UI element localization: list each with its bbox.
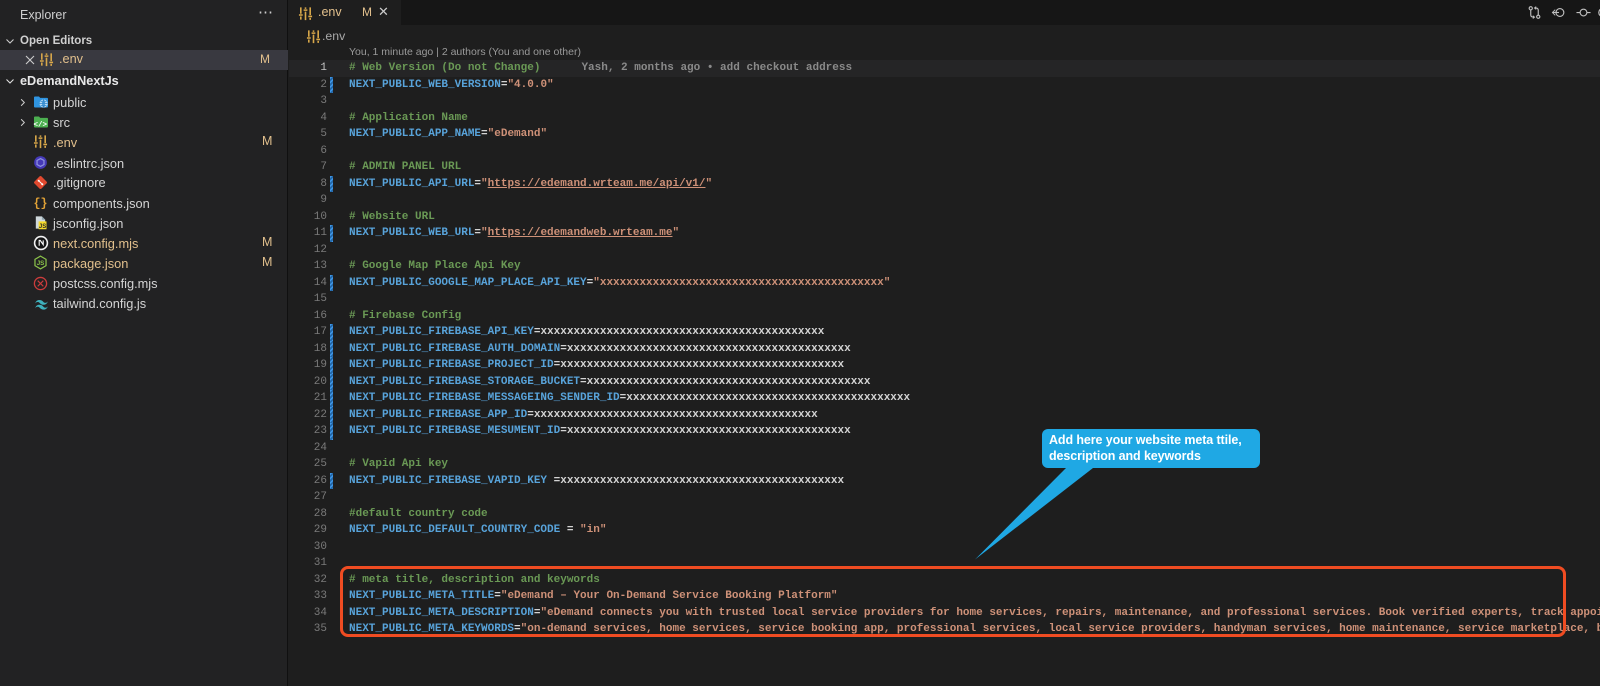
svg-text:JS: JS bbox=[37, 261, 45, 268]
svg-text:{}: {} bbox=[33, 197, 47, 210]
svg-text:</>: </> bbox=[33, 122, 47, 130]
svg-text:JS: JS bbox=[39, 224, 46, 230]
